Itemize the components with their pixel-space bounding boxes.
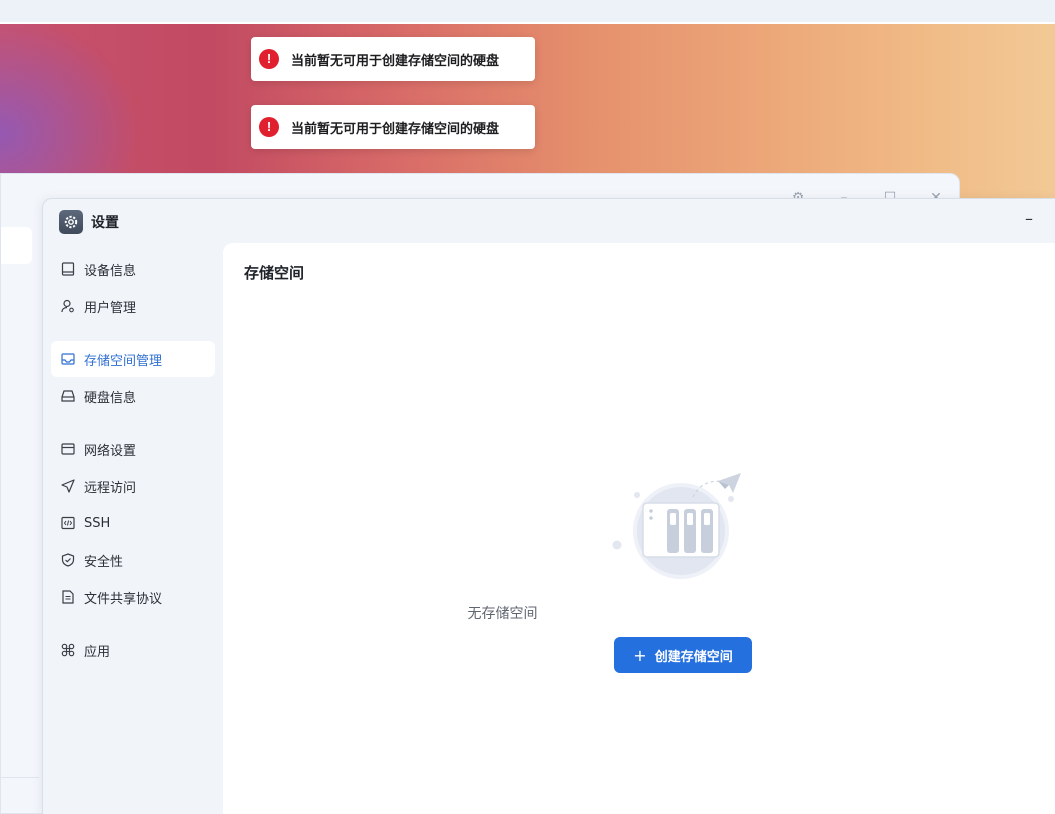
sidebar-item-label: 应用 — [84, 644, 111, 660]
sidebar-item-security[interactable]: 安全性 — [51, 542, 215, 578]
create-storage-button-label: 创建存储空间 — [654, 649, 733, 665]
toast-message: 当前暂无可用于创建存储空间的硬盘 — [291, 121, 500, 137]
sidebar-item-label: 网络设置 — [84, 443, 137, 459]
network-icon — [60, 442, 75, 457]
user-manage-icon — [60, 299, 75, 314]
minimize-button[interactable]: – — [1019, 209, 1039, 229]
empty-state-text: 无存储空间 — [467, 606, 538, 622]
toast-message: 当前暂无可用于创建存储空间的硬盘 — [291, 53, 500, 69]
sidebar-item-apps[interactable]: 应用 — [51, 632, 215, 668]
sidebar-item-label: 存储空间管理 — [84, 353, 163, 369]
apps-icon — [60, 643, 75, 658]
error-icon: ! — [259, 117, 279, 137]
settings-window: 设置 – 设备信息 用户管理 存储空间管理 硬盘信息 网络设置 远程访问 SSH… — [42, 198, 1055, 814]
sidebar-item-remote-access[interactable]: 远程访问 — [51, 468, 215, 504]
sidebar-item-user-management[interactable]: 用户管理 — [51, 288, 215, 324]
error-toast: ! 当前暂无可用于创建存储空间的硬盘 — [251, 105, 535, 149]
sidebar-item-label: 设备信息 — [84, 263, 137, 279]
create-storage-button[interactable]: + 创建存储空间 — [614, 637, 752, 673]
sidebar-item-label: 远程访问 — [84, 480, 137, 496]
error-icon: ! — [259, 49, 279, 69]
window-title: 设置 — [91, 215, 119, 231]
remote-access-icon — [60, 479, 75, 494]
ssh-icon — [60, 516, 75, 531]
divider — [1, 777, 39, 778]
sidebar-item-disk-info[interactable]: 硬盘信息 — [51, 378, 215, 414]
plus-icon: + — [633, 645, 647, 665]
empty-storage-illustration — [612, 473, 741, 579]
storage-manage-icon — [60, 352, 75, 367]
sidebar-item-label: 安全性 — [84, 554, 124, 570]
disk-icon — [60, 389, 75, 404]
error-toast: ! 当前暂无可用于创建存储空间的硬盘 — [251, 37, 535, 81]
top-bar — [0, 0, 1055, 24]
sidebar-item-network[interactable]: 网络设置 — [51, 431, 215, 467]
sidebar-item-device-info[interactable]: 设备信息 — [51, 251, 215, 287]
sidebar-item-label: SSH — [84, 515, 111, 531]
sidebar-item-label: 用户管理 — [84, 300, 137, 316]
page-title: 存储空间 — [244, 264, 305, 282]
content-panel: 存储空间 无存储空间 + 创建存储空间 — [223, 243, 1055, 814]
shield-icon — [60, 553, 75, 568]
background-search-field[interactable] — [1, 227, 32, 264]
device-info-icon — [60, 262, 75, 277]
gear-icon — [59, 210, 83, 234]
sidebar-item-label: 硬盘信息 — [84, 390, 137, 406]
sidebar-item-storage-management[interactable]: 存储空间管理 — [51, 341, 215, 377]
sidebar-item-ssh[interactable]: SSH — [51, 505, 215, 541]
